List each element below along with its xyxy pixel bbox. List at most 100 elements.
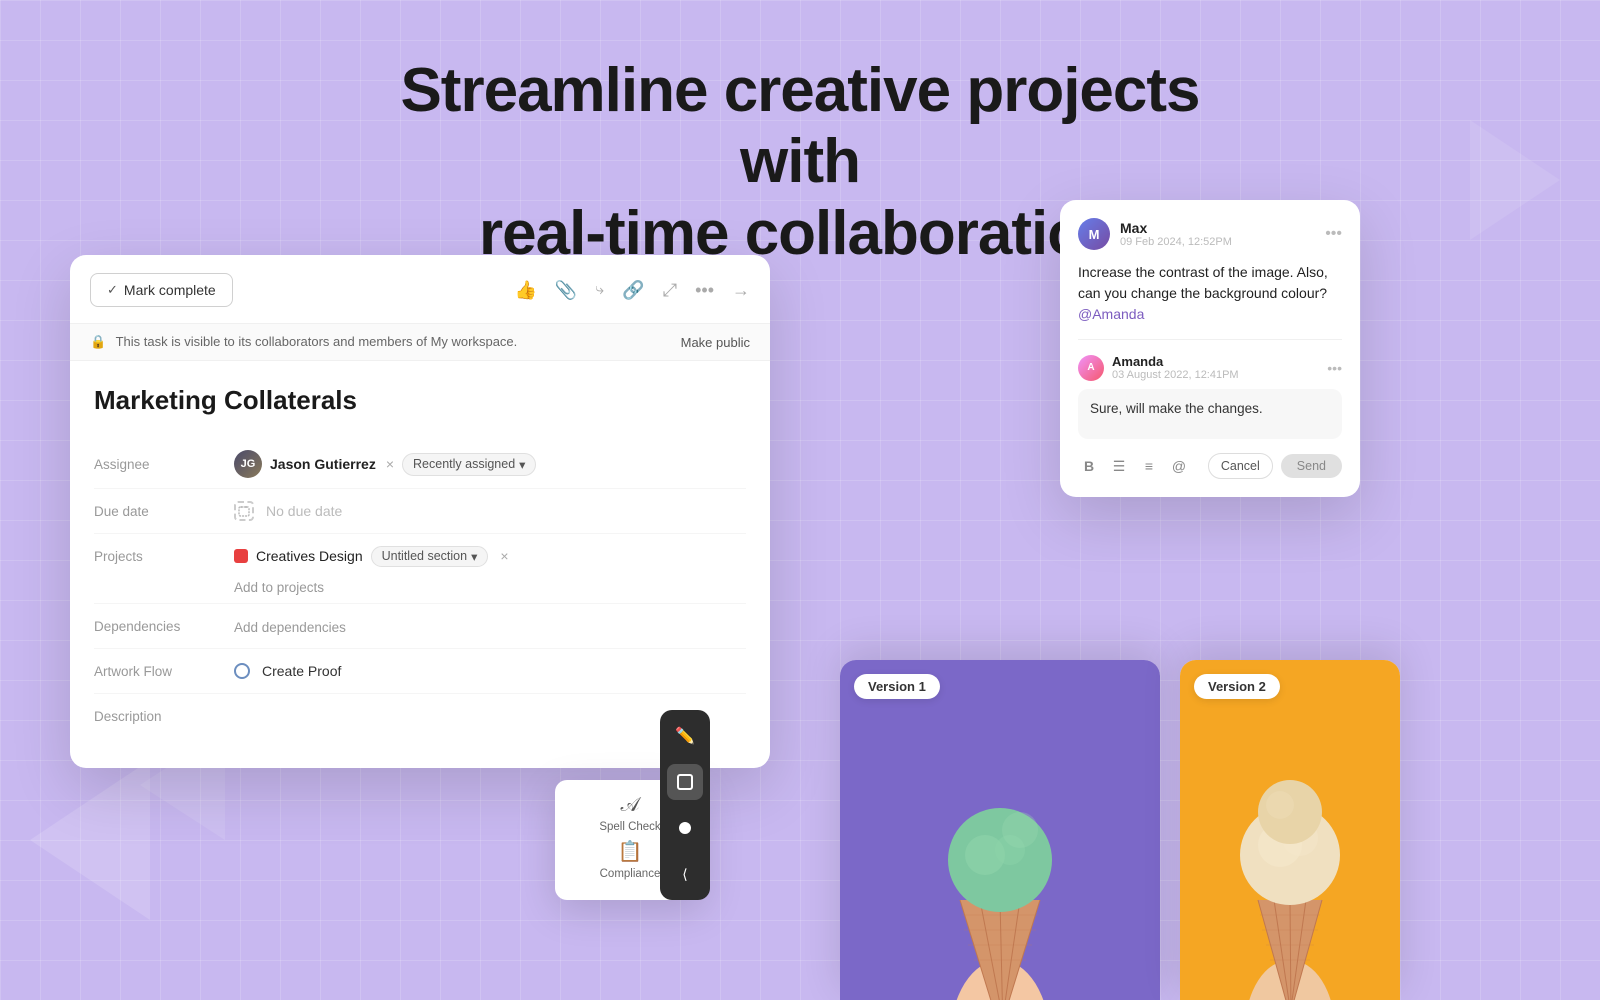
add-to-projects-link[interactable]: Add to projects xyxy=(234,580,746,595)
attachment-icon[interactable]: 📎 xyxy=(555,280,577,301)
extra-tool-icon: ⟨ xyxy=(682,866,687,883)
version-2-image xyxy=(1180,660,1400,1000)
compliance-icon: 📋 xyxy=(618,839,643,864)
artwork-flow-value: Create Proof xyxy=(234,663,341,679)
task-fields: Assignee JG Jason Gutierrez × Recently a… xyxy=(94,440,746,738)
rectangle-tool-button[interactable] xyxy=(667,764,703,800)
max-user-info: Max 09 Feb 2024, 12:52PM xyxy=(1120,220,1232,248)
pencil-icon: ✏️ xyxy=(675,726,695,746)
amanda-more-button[interactable]: ••• xyxy=(1327,360,1342,376)
assignee-value: JG Jason Gutierrez × Recently assigned ▾ xyxy=(234,450,536,478)
dark-tools-panel: ✏️ ⟨ xyxy=(660,710,710,900)
add-dependencies-link[interactable]: Add dependencies xyxy=(234,620,346,635)
bold-icon[interactable]: B xyxy=(1078,455,1100,477)
project-section-badge[interactable]: Untitled section ▾ xyxy=(371,546,489,567)
chat-editor-toolbar: B ☰ ≡ @ Cancel Send xyxy=(1078,453,1342,479)
send-button[interactable]: Send xyxy=(1281,454,1342,478)
task-content: Marketing Collaterals Assignee JG Jason … xyxy=(70,361,770,768)
checkmark-icon: ✓ xyxy=(107,282,118,298)
mention-icon[interactable]: @ xyxy=(1168,455,1190,477)
link-icon[interactable]: 🔗 xyxy=(622,280,644,301)
max-username: Max xyxy=(1120,220,1232,236)
projects-label: Projects xyxy=(94,549,234,564)
projects-field: Projects Creatives Design Untitled secti… xyxy=(94,534,746,578)
icecream-svg-2 xyxy=(1180,720,1400,1000)
expand-icon[interactable]: ⤢ xyxy=(663,280,677,301)
visibility-bar: 🔒 This task is visible to its collaborat… xyxy=(70,324,770,361)
chat-divider xyxy=(1078,339,1342,340)
due-date-value[interactable]: No due date xyxy=(234,501,342,521)
version-2-label: Version 2 xyxy=(1194,674,1280,699)
max-message: Increase the contrast of the image. Also… xyxy=(1078,262,1342,325)
dependencies-field: Dependencies Add dependencies xyxy=(94,604,746,648)
assignee-name: Jason Gutierrez xyxy=(270,456,376,472)
pencil-tool-button[interactable]: ✏️ xyxy=(667,718,703,754)
calendar-icon xyxy=(234,501,254,521)
version-1-card: Version 1 xyxy=(840,660,1160,1000)
amanda-username: Amanda xyxy=(1112,354,1239,369)
amanda-reply-header: A Amanda 03 August 2022, 12:41PM ••• xyxy=(1078,354,1342,381)
list-icon[interactable]: ☰ xyxy=(1108,455,1130,477)
assignee-avatar: JG xyxy=(234,450,262,478)
remove-project-button[interactable]: × xyxy=(500,548,508,564)
artwork-flow-label: Artwork Flow xyxy=(94,664,234,679)
toolbar-icons-group: 👍 📎 ⤷ 🔗 ⤢ ••• → xyxy=(514,280,750,301)
task-card: ✓ Mark complete 👍 📎 ⤷ 🔗 ⤢ ••• → 🔒 This t… xyxy=(70,255,770,768)
task-toolbar: ✓ Mark complete 👍 📎 ⤷ 🔗 ⤢ ••• → xyxy=(70,255,770,324)
version-1-label: Version 1 xyxy=(854,674,940,699)
triangle-decoration-3 xyxy=(1470,120,1560,240)
add-to-projects-container: Add to projects xyxy=(94,578,746,603)
project-color-dot xyxy=(234,549,248,563)
version-2-card: Version 2 xyxy=(1180,660,1400,1000)
visibility-text-group: 🔒 This task is visible to its collaborat… xyxy=(90,334,517,350)
navigate-icon[interactable]: → xyxy=(732,280,750,301)
chat-more-button[interactable]: ••• xyxy=(1325,225,1342,243)
circle-dot-icon xyxy=(679,822,691,834)
amanda-timestamp: 03 August 2022, 12:41PM xyxy=(1112,369,1239,381)
max-timestamp: 09 Feb 2024, 12:52PM xyxy=(1120,236,1232,248)
icecream-svg-1 xyxy=(840,720,1160,1000)
description-label: Description xyxy=(94,709,234,724)
thumbs-up-icon[interactable]: 👍 xyxy=(514,280,536,301)
triangle-decoration-1 xyxy=(30,760,150,920)
amanda-user-info: Amanda 03 August 2022, 12:41PM xyxy=(1112,354,1239,381)
editor-icons-group: B ☰ ≡ @ xyxy=(1078,455,1190,477)
chevron-down-icon: ▾ xyxy=(519,457,525,472)
numbered-list-icon[interactable]: ≡ xyxy=(1138,455,1160,477)
amanda-avatar: A xyxy=(1078,355,1104,381)
max-avatar: M xyxy=(1078,218,1110,250)
proof-status-icon xyxy=(234,663,250,679)
amanda-message: Sure, will make the changes. xyxy=(1078,389,1342,439)
artwork-flow-field: Artwork Flow Create Proof xyxy=(94,649,746,693)
due-date-field: Due date No due date xyxy=(94,489,746,533)
assignee-label: Assignee xyxy=(94,457,234,472)
chevron-down-icon: ▾ xyxy=(471,549,477,564)
version-section: Version 1 xyxy=(840,660,1400,1000)
chat-card: M Max 09 Feb 2024, 12:52PM ••• Increase … xyxy=(1060,200,1360,497)
spell-check-icon: 𝒜 xyxy=(621,794,640,817)
due-date-label: Due date xyxy=(94,504,234,519)
compliance-label: Compliance xyxy=(600,868,661,880)
projects-value: Creatives Design Untitled section ▾ × xyxy=(234,546,509,567)
extra-tool-button[interactable]: ⟨ xyxy=(667,856,703,892)
mark-complete-button[interactable]: ✓ Mark complete xyxy=(90,273,233,307)
chat-mention[interactable]: @Amanda xyxy=(1078,306,1144,322)
remove-assignee-button[interactable]: × xyxy=(386,456,394,472)
description-field: Description xyxy=(94,694,746,738)
cancel-button[interactable]: Cancel xyxy=(1208,453,1273,479)
more-options-icon[interactable]: ••• xyxy=(695,280,714,301)
lock-icon: 🔒 xyxy=(90,334,106,349)
circle-tool-button[interactable] xyxy=(667,810,703,846)
recently-assigned-badge[interactable]: Recently assigned ▾ xyxy=(402,453,536,476)
dependencies-label: Dependencies xyxy=(94,619,234,634)
assignee-field: Assignee JG Jason Gutierrez × Recently a… xyxy=(94,440,746,488)
version-1-image xyxy=(840,660,1160,1000)
dependencies-value: Add dependencies xyxy=(234,618,346,635)
branch-icon[interactable]: ⤷ xyxy=(595,281,604,299)
project-name: Creatives Design xyxy=(256,548,363,564)
spell-check-label: Spell Check xyxy=(599,821,660,833)
make-public-link[interactable]: Make public xyxy=(681,335,750,350)
editor-actions-group: Cancel Send xyxy=(1208,453,1342,479)
task-title: Marketing Collaterals xyxy=(94,385,746,416)
rectangle-icon xyxy=(676,773,694,791)
